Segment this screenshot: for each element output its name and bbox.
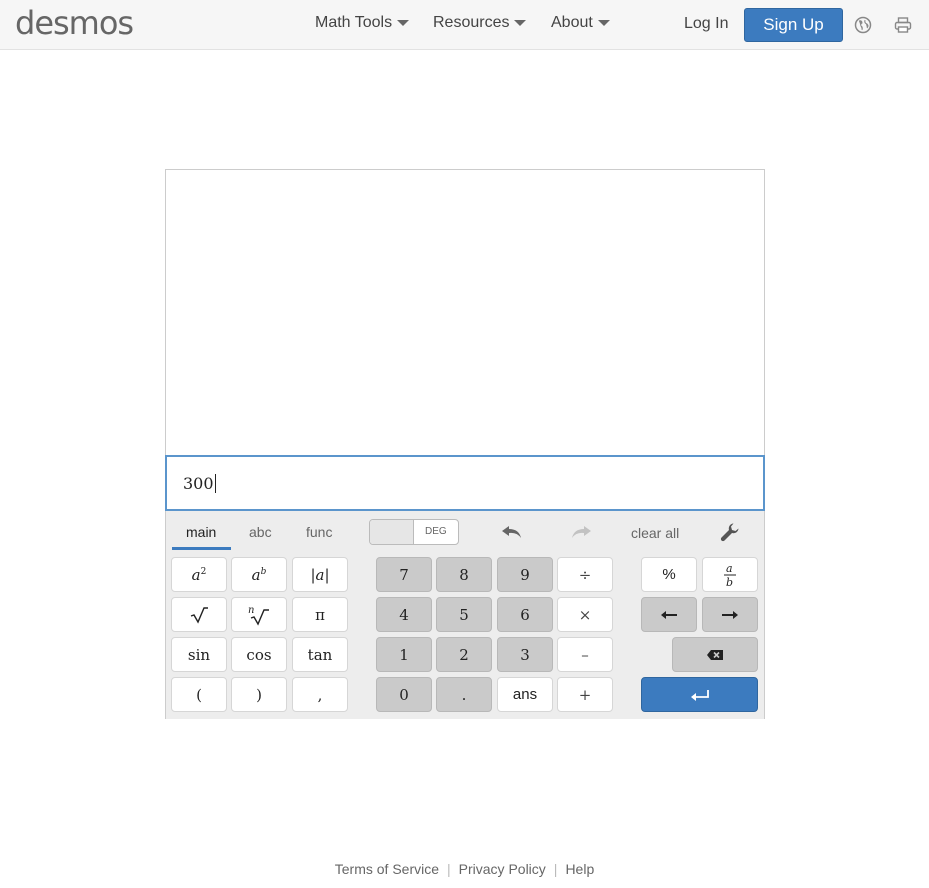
key-minus[interactable]: – xyxy=(557,637,613,672)
nth-root-icon: n xyxy=(248,605,269,626)
svg-text:a: a xyxy=(726,562,733,575)
key-sqrt[interactable] xyxy=(171,597,227,632)
undo-icon[interactable] xyxy=(500,523,524,541)
expression-value: 300 xyxy=(183,473,214,493)
key-left-paren[interactable]: ( xyxy=(171,677,227,712)
expression-input[interactable]: 300 xyxy=(165,455,765,511)
key-tan[interactable]: tan xyxy=(292,637,348,672)
key-pi[interactable]: π xyxy=(292,597,348,632)
key-abs[interactable]: |a| xyxy=(292,557,348,592)
key-square[interactable]: a2 xyxy=(171,557,227,592)
key-fraction[interactable]: a b xyxy=(702,557,758,592)
tab-main[interactable]: main xyxy=(186,524,216,540)
angle-mode-label: DEG xyxy=(425,526,447,537)
keypad: main abc func DEG clear all a2 ab |a| n … xyxy=(166,511,764,719)
key-right-paren[interactable]: ) xyxy=(231,677,287,712)
key-0[interactable]: 0 xyxy=(376,677,432,712)
key-cos[interactable]: cos xyxy=(231,637,287,672)
arrow-right-icon xyxy=(722,610,738,619)
clear-all-button[interactable]: clear all xyxy=(631,525,679,541)
nav-resources[interactable]: Resources xyxy=(433,14,527,32)
key-sin[interactable]: sin xyxy=(171,637,227,672)
key-enter[interactable] xyxy=(641,677,758,712)
key-1[interactable]: 1 xyxy=(376,637,432,672)
key-9[interactable]: 9 xyxy=(497,557,553,592)
key-comma[interactable]: , xyxy=(292,677,348,712)
key-times[interactable]: × xyxy=(557,597,613,632)
key-ans[interactable]: ans xyxy=(497,677,553,712)
toggle-knob xyxy=(370,520,414,544)
desmos-logo[interactable]: desmos xyxy=(15,4,134,42)
caret-down-icon xyxy=(397,20,410,26)
tab-abc[interactable]: abc xyxy=(249,524,272,540)
printer-icon[interactable] xyxy=(894,16,912,34)
key-4[interactable]: 4 xyxy=(376,597,432,632)
nav-about[interactable]: About xyxy=(551,14,610,32)
key-plus[interactable]: + xyxy=(557,677,613,712)
help-link[interactable]: Help xyxy=(565,861,594,877)
key-8[interactable]: 8 xyxy=(436,557,492,592)
key-decimal[interactable]: . xyxy=(436,677,492,712)
key-divide[interactable]: ÷ xyxy=(557,557,613,592)
globe-icon[interactable] xyxy=(854,16,872,34)
key-cursor-left[interactable] xyxy=(641,597,697,632)
svg-text:b: b xyxy=(726,576,733,589)
enter-icon xyxy=(690,689,709,701)
wrench-icon[interactable] xyxy=(720,522,740,542)
key-2[interactable]: 2 xyxy=(436,637,492,672)
tab-func[interactable]: func xyxy=(306,524,332,540)
redo-icon[interactable] xyxy=(569,523,593,541)
site-footer: Terms of Service | Privacy Policy | Help xyxy=(0,861,929,877)
angle-mode-toggle[interactable]: DEG xyxy=(369,519,459,545)
signup-button[interactable]: Sign Up xyxy=(744,8,843,42)
calculation-history xyxy=(166,170,764,455)
login-link[interactable]: Log In xyxy=(684,15,728,33)
key-cursor-right[interactable] xyxy=(702,597,758,632)
terms-of-service-link[interactable]: Terms of Service xyxy=(335,861,439,877)
backspace-icon xyxy=(707,649,723,660)
key-3[interactable]: 3 xyxy=(497,637,553,672)
svg-text:n: n xyxy=(248,605,254,616)
caret-down-icon xyxy=(597,20,610,26)
nav-about-label: About xyxy=(551,14,593,31)
caret-down-icon xyxy=(514,20,527,26)
nav-resources-label: Resources xyxy=(433,14,510,31)
privacy-policy-link[interactable]: Privacy Policy xyxy=(459,861,546,877)
key-7[interactable]: 7 xyxy=(376,557,432,592)
scientific-calculator: 300 main abc func DEG clear all a2 ab |a xyxy=(165,169,765,719)
key-percent[interactable]: % xyxy=(641,557,697,592)
nav-math-tools[interactable]: Math Tools xyxy=(315,14,410,32)
key-backspace[interactable] xyxy=(672,637,758,672)
key-5[interactable]: 5 xyxy=(436,597,492,632)
active-tab-indicator xyxy=(172,547,231,550)
arrow-left-icon xyxy=(661,610,677,619)
footer-separator: | xyxy=(447,861,451,877)
site-header: desmos Math Tools Resources About Log In… xyxy=(0,0,929,50)
fraction-icon: a b xyxy=(724,562,736,589)
sqrt-icon xyxy=(190,606,208,624)
key-nth-root[interactable]: n xyxy=(231,597,287,632)
footer-separator: | xyxy=(553,861,558,877)
text-cursor xyxy=(214,473,216,493)
key-6[interactable]: 6 xyxy=(497,597,553,632)
key-power[interactable]: ab xyxy=(231,557,287,592)
nav-math-tools-label: Math Tools xyxy=(315,14,393,31)
